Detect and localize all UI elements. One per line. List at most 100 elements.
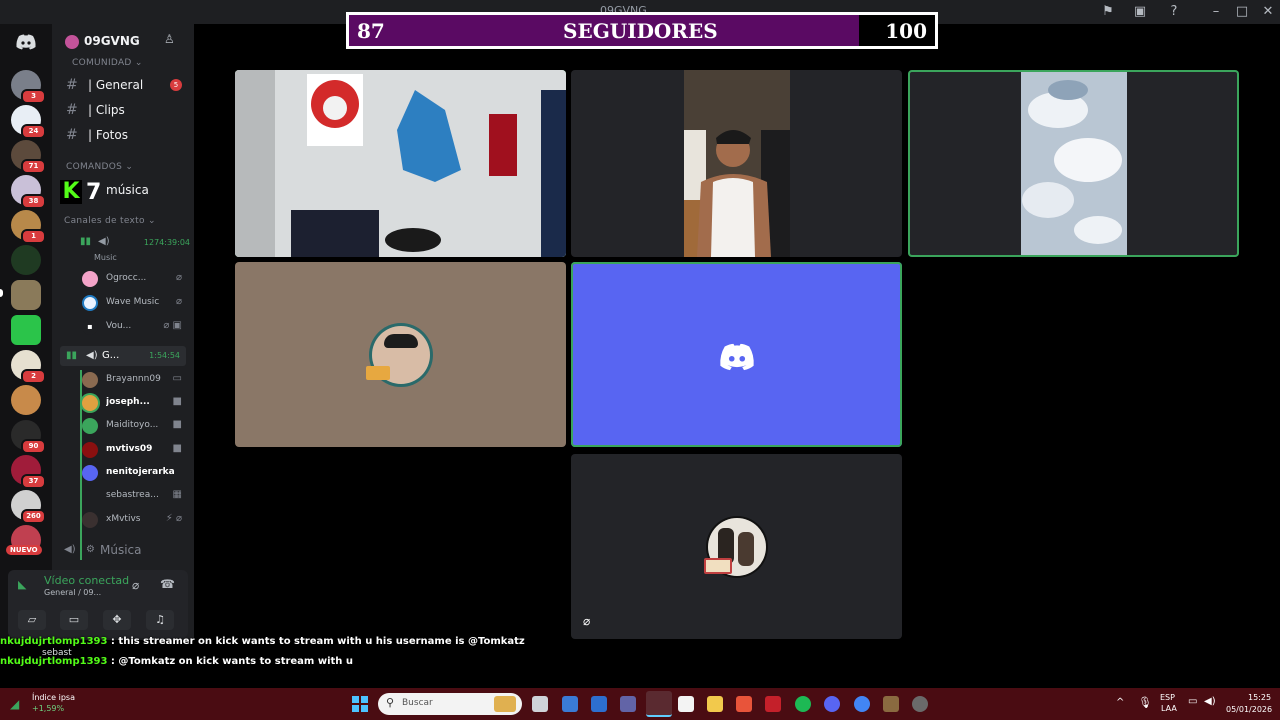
voice-member[interactable]: ▪ Vou... ⌀ ▣	[82, 317, 188, 337]
server-icon[interactable]: 24	[11, 105, 46, 139]
inbox-icon[interactable]: ▣	[1132, 4, 1148, 20]
mic-muted-icon: ⌀	[175, 272, 182, 283]
avatar: ▪	[82, 319, 98, 335]
voice-member[interactable]: joseph... ■	[82, 393, 188, 413]
unread-badge: 260	[21, 509, 46, 524]
channel-general[interactable]: # | General 5	[66, 75, 192, 95]
voice-member[interactable]: Brayannn09 ▭	[82, 370, 188, 390]
minimize-icon[interactable]: –	[1208, 4, 1224, 20]
server-icon[interactable]: 38	[11, 175, 46, 209]
disconnect-icon[interactable]: ☎	[160, 577, 175, 591]
bot-icon: ⚙	[86, 544, 95, 555]
server-icon[interactable]: 260	[11, 490, 46, 524]
voice-tile-avatar[interactable]	[235, 262, 566, 447]
obs-icon[interactable]	[912, 696, 928, 712]
server-avatar	[65, 35, 79, 49]
followers-current: 87	[357, 19, 385, 43]
voice-channel-music[interactable]: ▮▮ ◀) 1274:39:04 Music	[80, 232, 190, 268]
clock-time[interactable]: 15:25	[1248, 693, 1271, 702]
server-icon[interactable]: 3	[11, 70, 46, 104]
voice-channel-musica[interactable]: ◀) ⚙ Música	[64, 541, 184, 561]
taskbar-search[interactable]: ⚲ Buscar	[378, 693, 522, 715]
voice-member[interactable]: Wave Music ⌀	[82, 293, 188, 313]
app-icon[interactable]	[736, 696, 752, 712]
follower-goal-bar: 87 SEGUIDORES 100	[346, 12, 938, 49]
task-view-icon[interactable]	[532, 696, 548, 712]
volume-icon[interactable]: ◀)	[1204, 696, 1216, 707]
hash-icon: #	[66, 102, 78, 118]
category-text-channels[interactable]: Canales de texto ⌄	[64, 216, 156, 226]
voice-member[interactable]: nenitojerarka	[82, 463, 188, 483]
close-icon[interactable]: ✕	[1260, 4, 1276, 20]
category-comandos[interactable]: COMANDOS ⌄	[66, 162, 133, 172]
help-icon[interactable]: ?	[1166, 4, 1182, 20]
minecraft-icon[interactable]	[883, 696, 899, 712]
server-icon[interactable]: 90	[11, 420, 46, 454]
language-indicator[interactable]: ESP	[1160, 693, 1175, 702]
stock-widget[interactable]: ◢ Índice ipsa +1,59%	[10, 693, 90, 717]
flag-icon[interactable]: ⚑	[1100, 4, 1116, 20]
voice-tile-group-avatar[interactable]: ⌀	[571, 454, 902, 639]
voice-tile-discord[interactable]	[571, 262, 902, 447]
discord-logo-icon	[720, 343, 754, 371]
network-icon[interactable]: ▭	[1188, 696, 1197, 707]
channel-fotos[interactable]: # | Fotos	[66, 125, 192, 145]
discord-taskbar-icon[interactable]	[824, 696, 840, 712]
add-member-icon[interactable]: ♙	[164, 32, 175, 46]
server-icon[interactable]	[11, 245, 41, 275]
spotify-icon[interactable]	[795, 696, 811, 712]
voice-member[interactable]: xMvtivs ⚡ ⌀	[82, 510, 188, 530]
screen-share-button[interactable]: ▭	[60, 610, 88, 630]
activities-button[interactable]: ✥	[103, 610, 131, 630]
search-icon: ⚲	[386, 696, 395, 709]
noise-suppression-icon[interactable]: ⌀	[132, 578, 139, 592]
adobe-icon[interactable]	[765, 696, 781, 712]
server-icon[interactable]: 2	[11, 350, 46, 384]
soundboard-button[interactable]: ♫	[146, 610, 174, 630]
server-icon[interactable]	[11, 385, 41, 415]
server-icon[interactable]: 1	[11, 210, 46, 244]
avatar	[82, 271, 98, 287]
avatar	[82, 465, 98, 481]
category-comunidad[interactable]: COMUNIDAD ⌄	[72, 58, 143, 68]
server-header[interactable]: 09GVNG ⌄ ♙	[52, 24, 194, 58]
copilot-icon[interactable]	[562, 696, 578, 712]
store-icon[interactable]	[678, 696, 694, 712]
voice-channel-general[interactable]: ▮▮ ◀) G... 1:54:54	[60, 346, 186, 366]
speaker-icon: ◀)	[64, 544, 76, 555]
mail-icon[interactable]	[591, 696, 607, 712]
camera-icon: ■	[172, 419, 182, 430]
voice-member[interactable]: Ogrocc... ⌀	[82, 269, 188, 289]
discord-home-icon[interactable]	[16, 34, 36, 50]
kick-number: 7	[86, 180, 102, 205]
chrome-icon[interactable]	[854, 696, 870, 712]
video-tile-room[interactable]	[235, 70, 566, 257]
unread-badge: 1	[21, 229, 46, 244]
edge-icon-active[interactable]	[646, 691, 672, 717]
voice-member[interactable]: Maiditoyo... ■	[82, 416, 188, 436]
sky-video-frame	[1021, 72, 1127, 255]
camera-off-button[interactable]: ▱	[18, 610, 46, 630]
server-icon-selected[interactable]	[11, 280, 41, 310]
creeper-server-icon[interactable]	[11, 315, 41, 345]
channel-clips[interactable]: # | Clips	[66, 100, 192, 120]
unread-badge: 90	[21, 439, 46, 454]
unread-badge: 37	[21, 474, 46, 489]
teams-icon[interactable]	[620, 696, 636, 712]
video-tile-sky[interactable]	[908, 70, 1239, 257]
microphone-icon[interactable]: 🎙	[1138, 696, 1152, 709]
chevron-up-icon[interactable]: ^	[1116, 697, 1124, 708]
server-icon[interactable]: 71	[11, 140, 46, 174]
voice-location[interactable]: General / 09...	[44, 588, 101, 597]
windows-start-icon[interactable]	[352, 696, 368, 712]
channel-musica[interactable]: K 7 música	[60, 178, 192, 208]
video-tile-user[interactable]	[571, 70, 902, 257]
server-icon[interactable]: 37	[11, 455, 46, 489]
file-explorer-icon[interactable]	[707, 696, 723, 712]
avatar	[82, 442, 98, 458]
search-highlight-icon	[494, 696, 516, 712]
voice-member[interactable]: mvtivs09 ■	[82, 440, 188, 460]
maximize-icon[interactable]: □	[1234, 4, 1250, 20]
voice-member[interactable]: sebastrea... ▦	[82, 486, 188, 506]
unread-badge: 71	[21, 159, 46, 174]
